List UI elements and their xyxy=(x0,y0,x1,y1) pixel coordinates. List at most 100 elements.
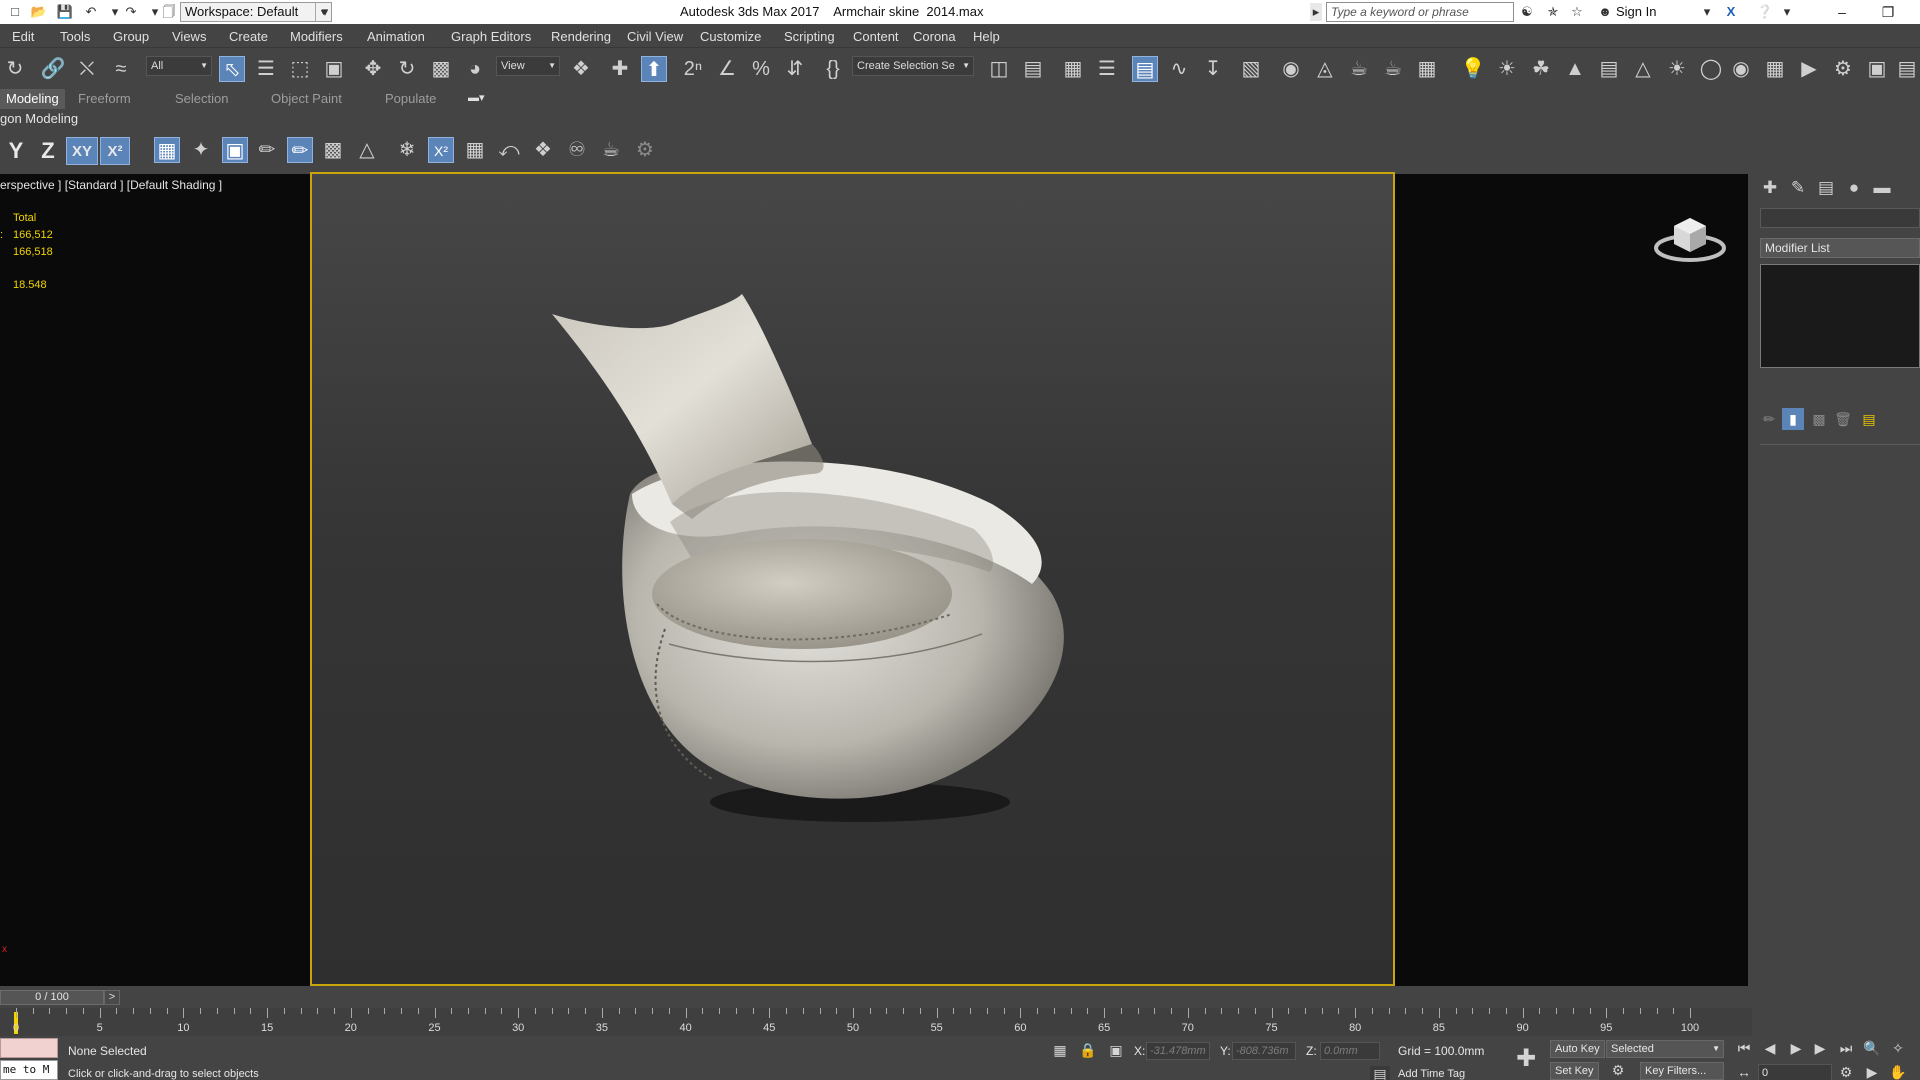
favorites-star-icon[interactable]: ☆ xyxy=(1568,3,1586,21)
motion-tab-icon[interactable]: ● xyxy=(1842,176,1866,200)
tab-modeling[interactable]: Modeling xyxy=(0,89,65,109)
corona-camera-icon[interactable]: ◯ xyxy=(1698,56,1724,82)
set-key-icon[interactable]: ✚ xyxy=(1512,1044,1540,1073)
pivot-center-icon[interactable]: ❖ xyxy=(568,56,594,82)
snap-xy-icon[interactable]: X² xyxy=(428,137,454,163)
ribbon-options-icon[interactable]: ▬▾ xyxy=(468,91,485,104)
undo-icon[interactable]: ↶ xyxy=(82,3,100,21)
menu-animation[interactable]: Animation xyxy=(367,29,425,44)
zoom-all-icon[interactable]: ✧ xyxy=(1888,1040,1908,1057)
select-object-icon[interactable]: ⬁ xyxy=(219,56,245,82)
next-frame-icon[interactable]: ▶ xyxy=(1810,1040,1830,1057)
place-icon[interactable]: ◕ xyxy=(462,56,488,82)
snap-grid-points-icon[interactable]: ▦ xyxy=(462,137,488,163)
set-key-button[interactable]: Set Key xyxy=(1550,1062,1599,1080)
snap-options-icon[interactable]: ⚙ xyxy=(632,137,658,163)
auto-key-button[interactable]: Auto Key xyxy=(1550,1040,1605,1058)
snap-midpoint-icon[interactable]: ❖ xyxy=(530,137,556,163)
grid-view-icon[interactable]: ▦ xyxy=(1414,56,1440,82)
axis-xy-cycle-button[interactable]: X² xyxy=(100,137,130,165)
corona-converter-icon[interactable]: ⚙ xyxy=(1830,56,1856,82)
named-selection-dropdown[interactable]: Create Selection Se ▼ xyxy=(852,56,974,76)
snap-endpoint-icon[interactable]: ♾ xyxy=(564,137,590,163)
armchair-model[interactable] xyxy=(312,174,1395,986)
proxy-icon[interactable]: ▤ xyxy=(1596,56,1622,82)
snap-pivot-icon[interactable]: ✦ xyxy=(188,137,214,163)
minimize-icon[interactable]: – xyxy=(1820,0,1864,24)
play-icon[interactable]: ▶ xyxy=(1786,1040,1806,1057)
sign-in-button[interactable]: Sign In xyxy=(1616,4,1656,19)
rendered-frame-window-icon[interactable]: ☕ xyxy=(1346,56,1372,82)
select-manipulate-icon[interactable]: ✚ xyxy=(607,56,633,82)
time-slider[interactable]: 0 / 100 > xyxy=(0,988,1752,1008)
corona-sun-icon[interactable]: ☀ xyxy=(1664,56,1690,82)
spinner-snap-icon[interactable]: ⇵ xyxy=(782,56,808,82)
percent-snap-icon[interactable]: % xyxy=(748,56,774,82)
subscription-icon[interactable]: ✯ xyxy=(1544,3,1562,21)
axis-y-button[interactable]: Y xyxy=(4,137,28,165)
menu-create[interactable]: Create xyxy=(229,29,268,44)
workspace-selector[interactable]: Workspace: Default ▼ xyxy=(180,2,332,22)
modify-tab-icon[interactable]: ✎ xyxy=(1786,176,1810,200)
tab-freeform[interactable]: Freeform xyxy=(78,91,131,106)
menu-scripting[interactable]: Scripting xyxy=(784,29,835,44)
object-name-field[interactable] xyxy=(1760,208,1920,228)
display-tab-icon[interactable]: ▬ xyxy=(1870,176,1894,200)
track-bar[interactable]: 0 5 10 15 20 25 30 35 40 45 50 55 60 65 70 75 80 85 90 95 10… xyxy=(0,1008,1752,1036)
edit-named-selection-icon[interactable]: {} xyxy=(820,56,846,82)
key-mode-toggle-icon[interactable]: ↔ xyxy=(1734,1064,1754,1080)
viewcube[interactable] xyxy=(1654,210,1726,264)
dope-sheet-icon[interactable]: ↧ xyxy=(1200,56,1226,82)
align-icon[interactable]: ▤ xyxy=(1020,56,1046,82)
create-tab-icon[interactable]: ✚ xyxy=(1758,176,1782,200)
schematic-view-icon[interactable]: ▧ xyxy=(1238,56,1264,82)
go-to-end-icon[interactable]: ⏭ xyxy=(1836,1040,1856,1057)
remove-modifier-icon[interactable]: 🗑 xyxy=(1832,408,1854,430)
maxscript-listener-field[interactable] xyxy=(0,1038,58,1058)
pin-stack-icon[interactable]: ✏ xyxy=(1758,408,1780,430)
menu-customize[interactable]: Customize xyxy=(700,29,761,44)
select-and-link-icon[interactable]: 🔗 xyxy=(40,56,66,82)
maxscript-mini-listener[interactable]: me to M xyxy=(0,1060,58,1080)
menu-graph-editors[interactable]: Graph Editors xyxy=(451,29,531,44)
curve-editor-icon[interactable]: ∿ xyxy=(1166,56,1192,82)
make-unique-icon[interactable]: ▩ xyxy=(1808,408,1830,430)
redo-icon[interactable]: ↷ xyxy=(122,3,140,21)
rotate-icon[interactable]: ↻ xyxy=(394,56,420,82)
pan-icon[interactable]: ✋ xyxy=(1888,1064,1908,1080)
time-slider-handle[interactable]: 0 / 100 xyxy=(0,990,104,1005)
menu-help[interactable]: Help xyxy=(973,29,1000,44)
time-configuration-icon[interactable]: ⚙ xyxy=(1836,1064,1856,1080)
scene-explorer-icon[interactable]: ▦ xyxy=(1060,56,1086,82)
infocenter-expand-icon[interactable]: ▸ xyxy=(1310,3,1322,21)
show-end-result-icon[interactable]: ▮ xyxy=(1782,408,1804,430)
snap-bounding-icon[interactable]: ▩ xyxy=(320,137,346,163)
snap-toggle-icon[interactable]: ❄ xyxy=(394,137,420,163)
snap-edge-icon[interactable]: ✏ xyxy=(254,137,280,163)
redo-icon[interactable]: ↻ xyxy=(2,56,28,82)
snap-grid-icon[interactable]: ▦ xyxy=(154,137,180,163)
binoculars-icon[interactable]: ☯ xyxy=(1518,3,1536,21)
tab-populate[interactable]: Populate xyxy=(385,91,436,106)
menu-rendering[interactable]: Rendering xyxy=(551,29,611,44)
unlink-icon[interactable]: ⛌ xyxy=(74,56,100,82)
key-filter-icon[interactable]: ⚙ xyxy=(1608,1062,1628,1079)
reference-coordinate-dropdown[interactable]: View ▼ xyxy=(496,56,560,76)
y-coordinate-field[interactable]: -808.736m xyxy=(1232,1042,1296,1060)
corona-lightmix-icon[interactable]: ▣ xyxy=(1864,56,1890,82)
perspective-viewport[interactable] xyxy=(310,172,1395,986)
snap-center-icon[interactable]: ☕ xyxy=(598,137,624,163)
go-to-start-icon[interactable]: ⏮ xyxy=(1734,1040,1754,1057)
configure-sets-icon[interactable]: ▤ xyxy=(1858,408,1880,430)
snap-face-icon[interactable]: ✏ xyxy=(287,137,313,163)
select-by-name-icon[interactable]: ☰ xyxy=(253,56,279,82)
snap-perpendicular-icon[interactable]: △ xyxy=(354,137,380,163)
project-folder-icon[interactable]: 🗍 xyxy=(160,3,178,21)
menu-content[interactable]: Content xyxy=(853,29,899,44)
scatter-icon[interactable]: ▲ xyxy=(1562,56,1588,82)
corona-interactive-icon[interactable]: ☘ xyxy=(1528,56,1554,82)
previous-frame-icon[interactable]: ◀ xyxy=(1760,1040,1780,1057)
viewport-label[interactable]: erspective ] [Standard ] [Default Shadin… xyxy=(0,178,222,192)
restore-icon[interactable]: ❐ xyxy=(1866,0,1910,24)
sign-in-dropdown-icon[interactable]: ▾ xyxy=(1698,3,1716,21)
